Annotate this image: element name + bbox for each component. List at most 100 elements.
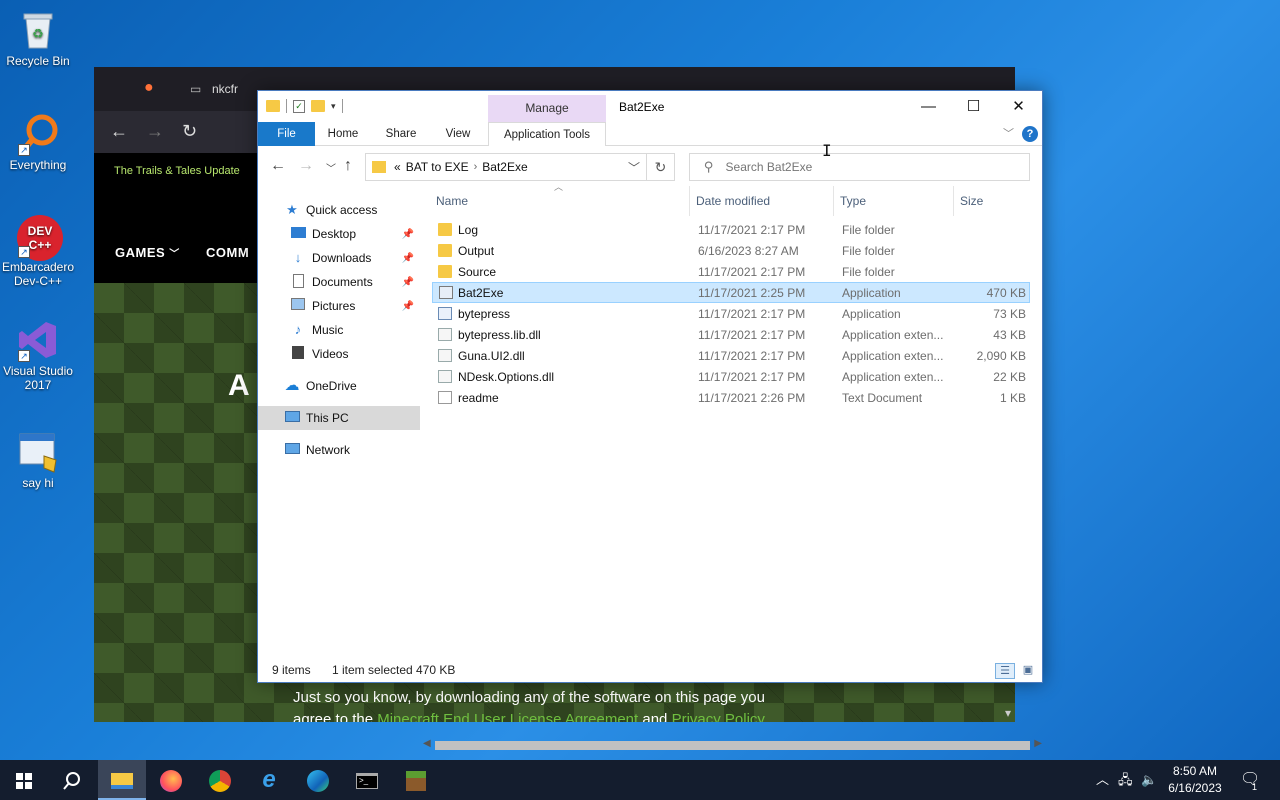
taskbar-internet-explorer[interactable]: e [245,760,293,800]
customize-dropdown-icon[interactable]: ▾ [331,101,336,112]
menu-games[interactable]: GAMES ﹀ [115,245,180,260]
tab-view[interactable]: View [433,122,483,146]
details-view-icon[interactable]: ☰ [995,663,1015,679]
taskbar-edge[interactable] [294,760,342,800]
search-button[interactable] [48,760,96,800]
column-size[interactable]: Size [954,186,1030,216]
desktop-icon-everything[interactable]: ↗ Everything [0,112,76,172]
search-input[interactable] [725,160,1006,174]
nav-downloads[interactable]: ↓ Downloads 📌 [258,246,420,270]
maximize-button[interactable]: ☐ [951,91,996,122]
desktop-icon-label: say hi [22,476,54,490]
large-icons-view-icon[interactable]: ▣ [1018,663,1038,679]
file-row[interactable]: Output 6/16/2023 8:27 AM File folder [432,241,1030,261]
tab-application-tools[interactable]: Application Tools [488,122,606,146]
expand-ribbon-icon[interactable]: ﹀ [1003,125,1014,141]
pin-icon[interactable]: 📌 [402,277,414,288]
nav-documents[interactable]: Documents 📌 [258,270,420,294]
desktop-icon-visual-studio[interactable]: ↗ Visual Studio 2017 [0,318,76,392]
file-row[interactable]: Guna.UI2.dll 11/17/2021 2:17 PM Applicat… [432,346,1030,366]
search-box[interactable]: ⚲ [689,153,1030,181]
up-arrow-icon[interactable]: ↑ [344,157,352,175]
scroll-right-arrow-icon[interactable]: ▶ [1034,738,1042,749]
file-date: 11/17/2021 2:17 PM [698,370,806,384]
notification-center-icon[interactable]: 🗨 [1240,760,1260,800]
desktop-icon-say-hi[interactable]: say hi [0,430,76,490]
reload-icon[interactable]: ↻ [182,121,197,142]
show-hidden-icons-chevron-icon[interactable]: ︿ [1096,760,1109,800]
scroll-down-arrow-icon[interactable]: ▾ [1005,706,1011,720]
taskbar-file-explorer[interactable] [98,760,146,800]
file-row[interactable]: Log 11/17/2021 2:17 PM File folder [432,220,1030,240]
minimize-button[interactable]: — [906,91,951,122]
volume-muted-icon[interactable]: 🔈 [1141,760,1157,800]
pin-icon[interactable]: 📌 [402,229,414,240]
internet-explorer-icon: e [262,766,276,793]
dll-file-icon [438,349,452,362]
pin-icon[interactable]: 📌 [402,301,414,312]
pin-icon[interactable]: 📌 [402,253,414,264]
forward-arrow-icon[interactable]: → [146,121,164,142]
recent-locations-icon[interactable]: ﹀ [326,160,336,175]
network-status-icon[interactable]: 🖧 [1118,760,1133,800]
taskbar-chrome[interactable] [196,760,244,800]
taskbar-command-prompt[interactable]: >_ [343,760,391,800]
taskbar-minecraft[interactable] [392,760,440,800]
nav-music[interactable]: ♪ Music [258,318,420,342]
horizontal-scrollbar[interactable]: ◀ ▶ [423,737,1042,754]
properties-icon[interactable]: ✓ [293,99,305,113]
taskbar-firefox[interactable] [147,760,195,800]
breadcrumb-overflow[interactable]: « [394,160,401,174]
tab-file[interactable]: File [258,122,315,146]
desktop-icon-devcpp[interactable]: DEV C++ ↗ Embarcadero Dev-C++ [0,214,76,288]
breadcrumb-bat2exe[interactable]: Bat2Exe [482,160,527,174]
desktop-icon-recycle-bin[interactable]: ♻ Recycle Bin [0,8,76,68]
close-button[interactable]: ✕ [996,91,1041,122]
nav-label: OneDrive [306,379,357,393]
browser-tab[interactable]: ▭ nkcfr [186,77,238,111]
new-folder-icon[interactable] [311,100,325,112]
tab-home[interactable]: Home [318,122,368,146]
title-bar[interactable]: ✓ ▾ Manage Bat2Exe — ☐ ✕ [258,91,1042,122]
column-date-modified[interactable]: Date modified [690,186,834,216]
file-row[interactable]: readme 11/17/2021 2:26 PM Text Document … [432,388,1030,408]
page-icon: ▭ [190,82,202,96]
file-explorer-window[interactable]: ✓ ▾ Manage Bat2Exe — ☐ ✕ File Home Share… [257,90,1043,750]
nav-network[interactable]: Network [258,438,420,462]
nav-onedrive[interactable]: ☁ OneDrive [258,374,420,398]
refresh-button[interactable]: ↻ [647,153,675,181]
privacy-policy-link[interactable]: Privacy Policy [672,711,765,722]
back-arrow-icon[interactable]: ← [110,121,128,142]
chevron-right-icon[interactable]: › [474,161,478,173]
scroll-left-arrow-icon[interactable]: ◀ [423,738,431,749]
menu-community[interactable]: COMM [206,245,249,260]
help-icon[interactable]: ? [1022,126,1038,142]
scrollbar-thumb[interactable] [435,741,1030,750]
svg-text:♻: ♻ [32,26,44,41]
column-type[interactable]: Type [834,186,954,216]
nav-videos[interactable]: Videos [258,342,420,366]
file-row-selected[interactable]: Bat2Exe 11/17/2021 2:25 PM Application 4… [432,282,1030,303]
system-clock[interactable]: 8:50 AM 6/16/2023 [1162,763,1228,797]
start-button[interactable] [0,760,48,800]
tab-manage[interactable]: Manage [488,95,606,122]
address-bar[interactable]: « BAT to EXE › Bat2Exe ﹀ [365,153,647,181]
back-arrow-icon[interactable]: ← [270,157,286,175]
nav-this-pc[interactable]: This PC [258,406,420,430]
nav-pictures[interactable]: Pictures 📌 [258,294,420,318]
breadcrumb-bat-to-exe[interactable]: BAT to EXE [406,160,469,174]
column-name[interactable]: Name [430,186,690,216]
nav-desktop[interactable]: Desktop 📌 [258,222,420,246]
forward-arrow-icon[interactable]: → [298,157,314,175]
file-row[interactable]: bytepress 11/17/2021 2:17 PM Application… [432,304,1030,324]
file-row[interactable]: bytepress.lib.dll 11/17/2021 2:17 PM App… [432,325,1030,345]
file-type: Application exten... [842,349,944,363]
file-row[interactable]: Source 11/17/2021 2:17 PM File folder [432,262,1030,282]
cloud-icon: ☁ [284,377,300,394]
file-row[interactable]: NDesk.Options.dll 11/17/2021 2:17 PM App… [432,367,1030,387]
chevron-down-icon[interactable]: ﹀ [628,159,640,176]
eula-link[interactable]: Minecraft End User License Agreement [377,711,638,722]
tab-share[interactable]: Share [376,122,426,146]
nav-label: Music [312,323,344,337]
nav-quick-access[interactable]: ★ Quick access [258,198,420,222]
